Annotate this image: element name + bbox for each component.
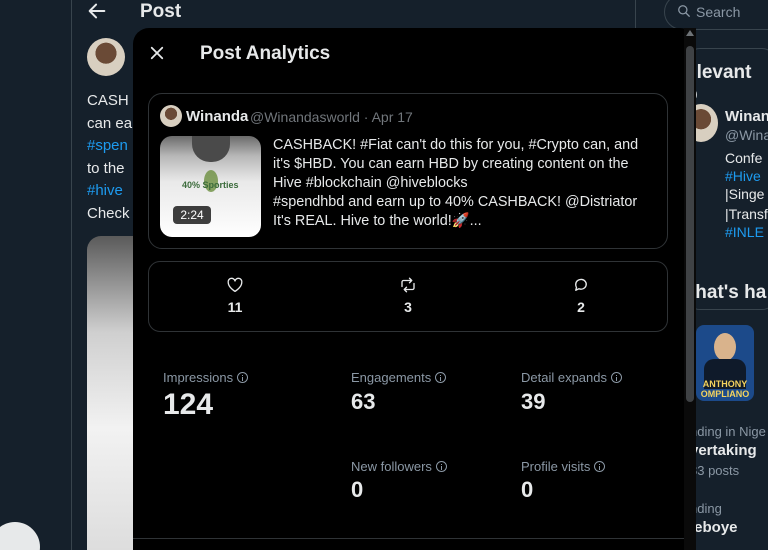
detail-expands-value: 39 [521, 389, 546, 414]
engagements-label-text: Engagements [351, 370, 432, 385]
info-icon[interactable] [435, 461, 447, 472]
likes-count: 11 [227, 299, 243, 315]
info-icon[interactable] [611, 372, 622, 383]
detail-expands-label-text: Detail expands [521, 370, 607, 385]
likes-stat: 11 [205, 276, 265, 315]
modal-title: Post Analytics [200, 43, 331, 64]
thumbnail-shirt-text: 40% Sporties [182, 180, 239, 190]
post-text-line: Check [87, 205, 130, 222]
trends-title: /hat's ha [690, 282, 767, 303]
relevant-bio-line: Confe [725, 150, 763, 166]
reposts-stat: 3 [378, 276, 438, 315]
avatar [160, 105, 182, 127]
replies-count: 2 [577, 299, 585, 315]
search-placeholder: Search [696, 4, 741, 20]
search-icon [678, 5, 690, 17]
arrow-left-icon[interactable] [86, 0, 108, 22]
column-divider [71, 0, 72, 550]
relevant-user-name[interactable]: Winan [725, 108, 768, 125]
post-text-line: It's REAL. Hive to the world!🚀... [273, 213, 482, 229]
relevant-bio-line: |Transf [725, 206, 768, 222]
engagements-label: Engagements [351, 370, 447, 385]
profile-visits-label-text: Profile visits [521, 459, 591, 474]
close-button[interactable] [143, 39, 171, 67]
trend-name[interactable]: vertaking [690, 442, 757, 459]
post-text-line: can ea [87, 115, 133, 132]
profile-visits-value: 0 [521, 477, 534, 502]
info-icon[interactable] [237, 372, 249, 383]
post-text-line: CASH [87, 92, 129, 109]
divider [133, 538, 684, 539]
impressions-value: 124 [163, 388, 214, 421]
relevant-user-handle[interactable]: @Wina [725, 127, 768, 143]
author-name: Winanda [186, 108, 249, 125]
reposts-count: 3 [404, 299, 412, 315]
thumbnail-head [192, 136, 230, 162]
repost-icon [401, 277, 415, 293]
hashtag-link[interactable]: #spen [87, 138, 128, 153]
floating-button[interactable] [0, 522, 40, 550]
new-followers-label-text: New followers [351, 459, 432, 474]
trend-image[interactable]: ANTHONY OMPLIANO [696, 325, 754, 401]
relevant-bio-line: |Singe [725, 186, 765, 202]
scroll-up-arrow-icon[interactable] [686, 30, 694, 36]
info-icon[interactable] [435, 372, 447, 383]
post-text-line: Hive #blockchain @hiveblocks [273, 175, 468, 191]
close-icon [150, 46, 164, 60]
post-text-line: CASHBACK! #Fiat can't do this for you, #… [273, 137, 639, 153]
trend-image-face [714, 333, 736, 361]
post-text-line: it's $HBD. You can earn HBD by creating … [273, 156, 629, 172]
impressions-label-text: Impressions [163, 370, 234, 385]
detail-expands-label: Detail expands [521, 370, 622, 385]
trend-context: nding in Nige [690, 424, 766, 439]
post-text-line: #spendhbd and earn up to 40% CASHBACK! @… [273, 194, 638, 210]
trend-post-count: 83 posts [690, 463, 740, 478]
profile-visits-label: Profile visits [521, 459, 606, 474]
hashtag-link[interactable]: #INLE [725, 224, 764, 240]
new-followers-value: 0 [351, 477, 364, 502]
hashtag-link[interactable]: #hive [87, 183, 123, 198]
reply-icon [575, 278, 587, 291]
heart-icon [227, 277, 243, 293]
avatar[interactable] [87, 38, 125, 76]
author-meta: @Winandasworld · Apr 17 [250, 109, 413, 125]
post-text-line: to the [87, 160, 125, 177]
replies-stat: 2 [551, 276, 611, 315]
new-followers-label: New followers [351, 459, 447, 474]
engagements-value: 63 [351, 389, 376, 414]
hashtag-link[interactable]: #Hive [725, 168, 761, 184]
impressions-label: Impressions [163, 370, 249, 385]
video-duration-badge: 2:24 [173, 206, 211, 224]
relevant-people-title: elevant p [686, 62, 752, 105]
trend-name[interactable]: leboye [690, 519, 738, 536]
modal-scrollbar-thumb[interactable] [686, 46, 694, 402]
page-title: Post [140, 1, 182, 22]
trend-image-caption: ANTHONY OMPLIANO [700, 379, 750, 399]
info-icon[interactable] [594, 461, 606, 472]
